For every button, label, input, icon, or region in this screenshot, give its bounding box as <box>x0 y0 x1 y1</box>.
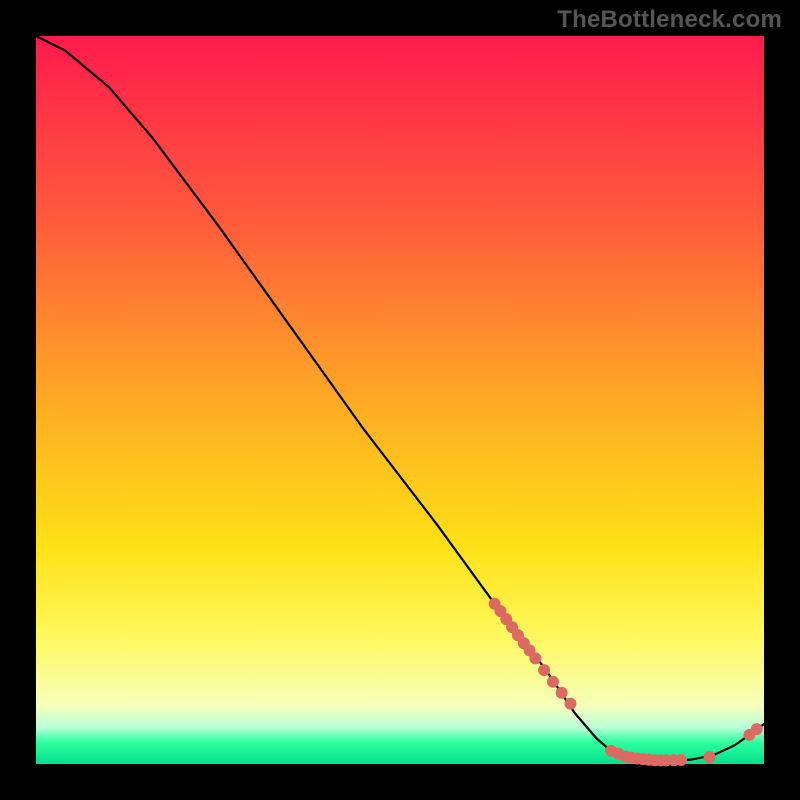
plot-area <box>36 36 764 764</box>
data-dot <box>676 755 687 766</box>
watermark-text: TheBottleneck.com <box>557 6 782 34</box>
data-dot <box>547 676 558 687</box>
data-dot <box>530 653 541 664</box>
data-dot <box>751 724 762 735</box>
bottleneck-curve <box>36 36 764 760</box>
data-dot <box>704 752 715 763</box>
data-dots <box>489 598 762 766</box>
data-dot <box>539 665 550 676</box>
chart-frame: TheBottleneck.com <box>0 0 800 800</box>
data-dot <box>565 698 576 709</box>
data-dot <box>556 687 567 698</box>
chart-svg <box>36 36 764 764</box>
